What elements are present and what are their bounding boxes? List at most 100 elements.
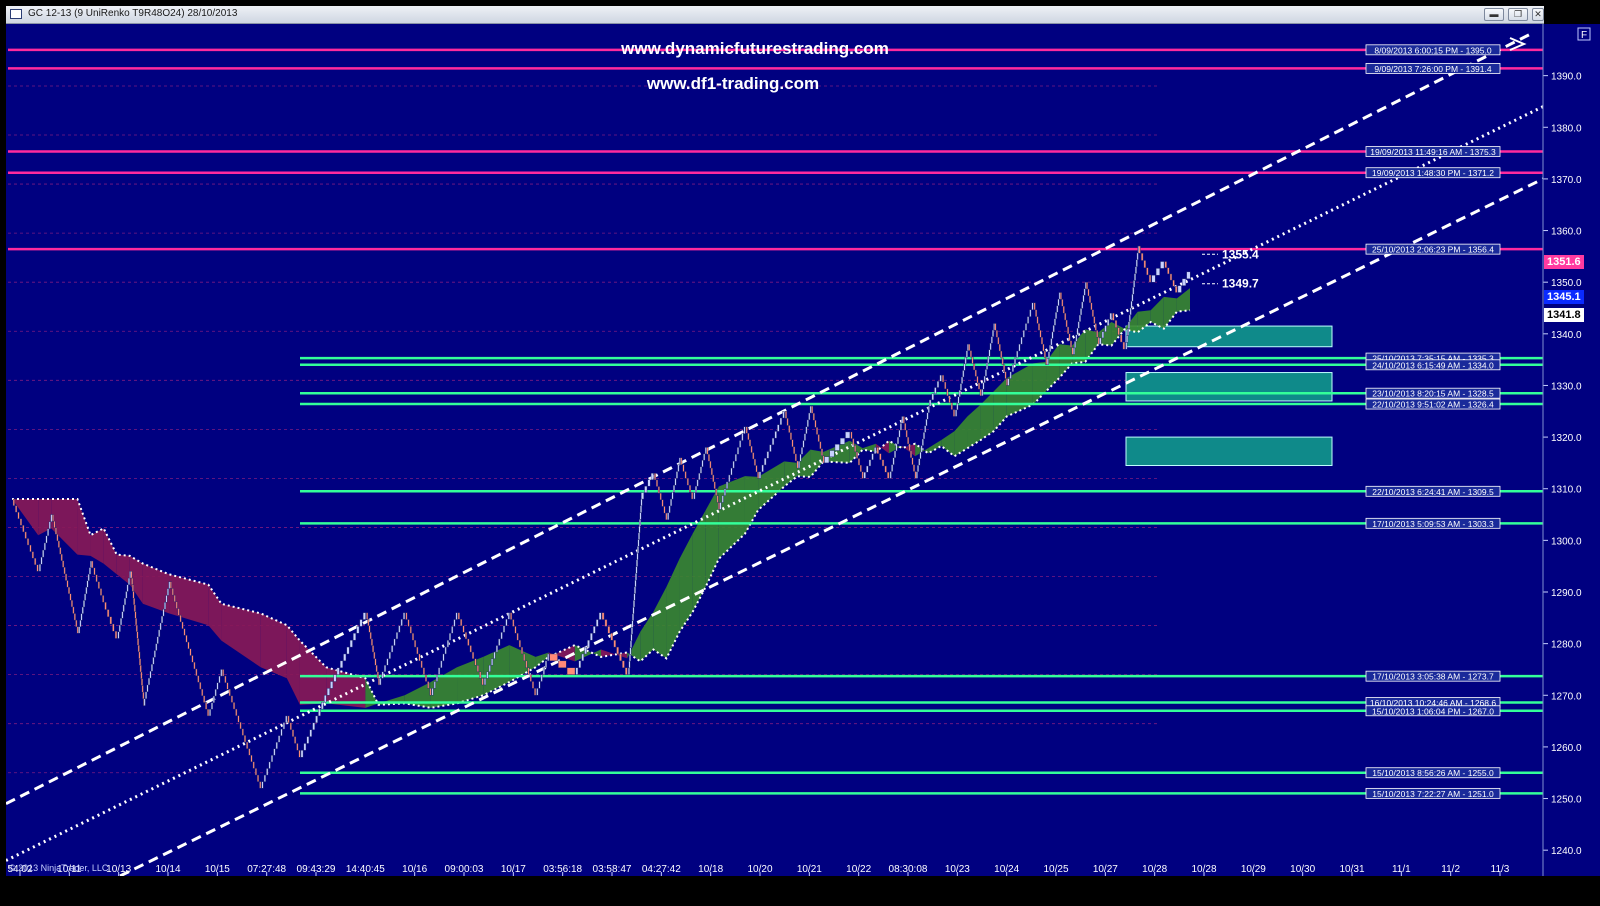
renko-down-bar bbox=[185, 635, 188, 643]
renko-up-bar bbox=[121, 611, 124, 619]
renko-up-bar bbox=[38, 564, 41, 572]
renko-down-bar bbox=[521, 646, 523, 655]
renko-up-bar bbox=[1076, 327, 1079, 335]
renko-up-bar bbox=[88, 567, 91, 575]
renko-down-bar bbox=[549, 653, 558, 662]
renko-up-bar bbox=[590, 633, 593, 641]
renko-down-bar bbox=[141, 685, 144, 693]
renko-up-bar bbox=[146, 684, 149, 693]
renko-up-bar bbox=[939, 374, 942, 382]
renko-up-bar bbox=[895, 443, 898, 452]
renko-down-bar bbox=[17, 511, 20, 519]
renko-down-bar bbox=[422, 667, 425, 675]
last-price-flag: 1351.6 bbox=[1544, 255, 1584, 269]
x-tick-label: 10/24 bbox=[994, 864, 1019, 875]
renko-up-bar bbox=[155, 643, 158, 651]
renko-up-bar bbox=[959, 383, 962, 391]
renko-up-bar bbox=[81, 606, 84, 614]
y-tick-label: 1310.0 bbox=[1551, 485, 1582, 496]
copyright-text: © 2013 NinjaTrader, LLC bbox=[9, 863, 109, 873]
renko-up-bar bbox=[992, 329, 994, 337]
renko-up-bar bbox=[958, 389, 961, 397]
renko-down-bar bbox=[1065, 319, 1068, 328]
renko-up-bar bbox=[671, 491, 674, 500]
x-tick-label: 10/30 bbox=[1290, 864, 1315, 875]
renko-down-bar bbox=[235, 708, 238, 716]
renko-up-bar bbox=[1129, 307, 1132, 316]
renko-up-bar bbox=[920, 445, 923, 453]
renko-down-bar bbox=[789, 432, 792, 440]
renko-up-bar bbox=[739, 440, 742, 448]
supply-zone bbox=[1125, 325, 1333, 348]
renko-down-bar bbox=[1148, 274, 1152, 283]
renko-up-bar bbox=[1051, 331, 1054, 339]
renko-up-bar bbox=[346, 646, 350, 655]
renko-down-bar bbox=[457, 612, 460, 620]
renko-up-bar bbox=[333, 674, 337, 682]
renko-up-bar bbox=[693, 492, 696, 500]
renko-down-bar bbox=[416, 646, 419, 655]
renko-up-bar bbox=[493, 651, 496, 659]
renko-up-bar bbox=[874, 447, 877, 454]
renko-down-bar bbox=[75, 619, 78, 627]
renko-up-bar bbox=[50, 514, 53, 522]
renko-down-bar bbox=[859, 464, 862, 472]
renko-up-bar bbox=[931, 393, 934, 401]
y-tick-label: 1320.0 bbox=[1551, 433, 1582, 444]
renko-up-bar bbox=[398, 625, 401, 633]
renko-down-bar bbox=[57, 540, 60, 548]
renko-up-bar bbox=[631, 620, 634, 628]
chart-canvas[interactable]: 8/09/2013 6:00:15 PM - 1395.0 9/09/2013 7… bbox=[0, 0, 1600, 906]
renko-down-bar bbox=[879, 453, 882, 461]
renko-down-bar bbox=[462, 625, 465, 633]
renko-up-bar bbox=[321, 701, 324, 710]
renko-down-bar bbox=[259, 781, 262, 789]
renko-up-bar bbox=[695, 485, 697, 493]
renko-down-bar bbox=[969, 350, 972, 358]
renko-down-bar bbox=[140, 671, 143, 679]
renko-down-bar bbox=[944, 381, 947, 390]
renko-down-bar bbox=[1068, 333, 1071, 341]
renko-down-bar bbox=[812, 413, 815, 421]
renko-up-bar bbox=[647, 479, 651, 487]
renko-down-bar bbox=[512, 619, 515, 627]
renko-down-bar bbox=[1175, 286, 1178, 293]
renko-down-bar bbox=[755, 465, 758, 473]
renko-down-bar bbox=[1059, 292, 1062, 300]
renko-up-bar bbox=[892, 457, 895, 465]
renko-up-bar bbox=[956, 403, 959, 411]
x-tick-label: 10/21 bbox=[797, 864, 822, 875]
renko-down-bar bbox=[525, 660, 528, 668]
renko-down-bar bbox=[54, 527, 57, 535]
renko-down-bar bbox=[296, 743, 299, 751]
renko-up-bar bbox=[1016, 350, 1019, 359]
renko-up-bar bbox=[431, 688, 434, 696]
renko-down-bar bbox=[193, 662, 196, 670]
renko-down-bar bbox=[420, 660, 423, 668]
renko-up-bar bbox=[271, 755, 273, 763]
renko-down-bar bbox=[183, 628, 186, 636]
renko-up-bar bbox=[871, 453, 874, 461]
renko-up-bar bbox=[989, 343, 992, 350]
renko-up-bar bbox=[921, 438, 924, 446]
renko-up-bar bbox=[47, 528, 50, 537]
renko-up-bar bbox=[43, 542, 46, 551]
x-tick-label: 11/3 bbox=[1491, 864, 1510, 875]
support-level-label: 22/10/2013 9:51:02 AM - 1326.4 bbox=[1372, 400, 1494, 410]
renko-up-bar bbox=[955, 409, 958, 417]
renko-up-bar bbox=[926, 412, 929, 420]
renko-down-bar bbox=[1091, 309, 1094, 317]
renko-up-bar bbox=[1136, 252, 1139, 261]
renko-up-bar bbox=[1125, 342, 1128, 350]
renko-up-bar bbox=[362, 612, 366, 620]
renko-up-bar bbox=[84, 593, 87, 601]
renko-up-bar bbox=[542, 667, 545, 675]
renko-down-bar bbox=[1001, 357, 1004, 366]
renko-down-bar bbox=[429, 688, 432, 696]
x-tick-label: 04:27:42 bbox=[642, 864, 681, 875]
renko-down-bar bbox=[53, 520, 56, 528]
renko-down-bar bbox=[372, 645, 375, 653]
renko-down-bar bbox=[476, 665, 479, 673]
renko-up-bar bbox=[507, 612, 510, 620]
renko-down-bar bbox=[753, 458, 756, 466]
